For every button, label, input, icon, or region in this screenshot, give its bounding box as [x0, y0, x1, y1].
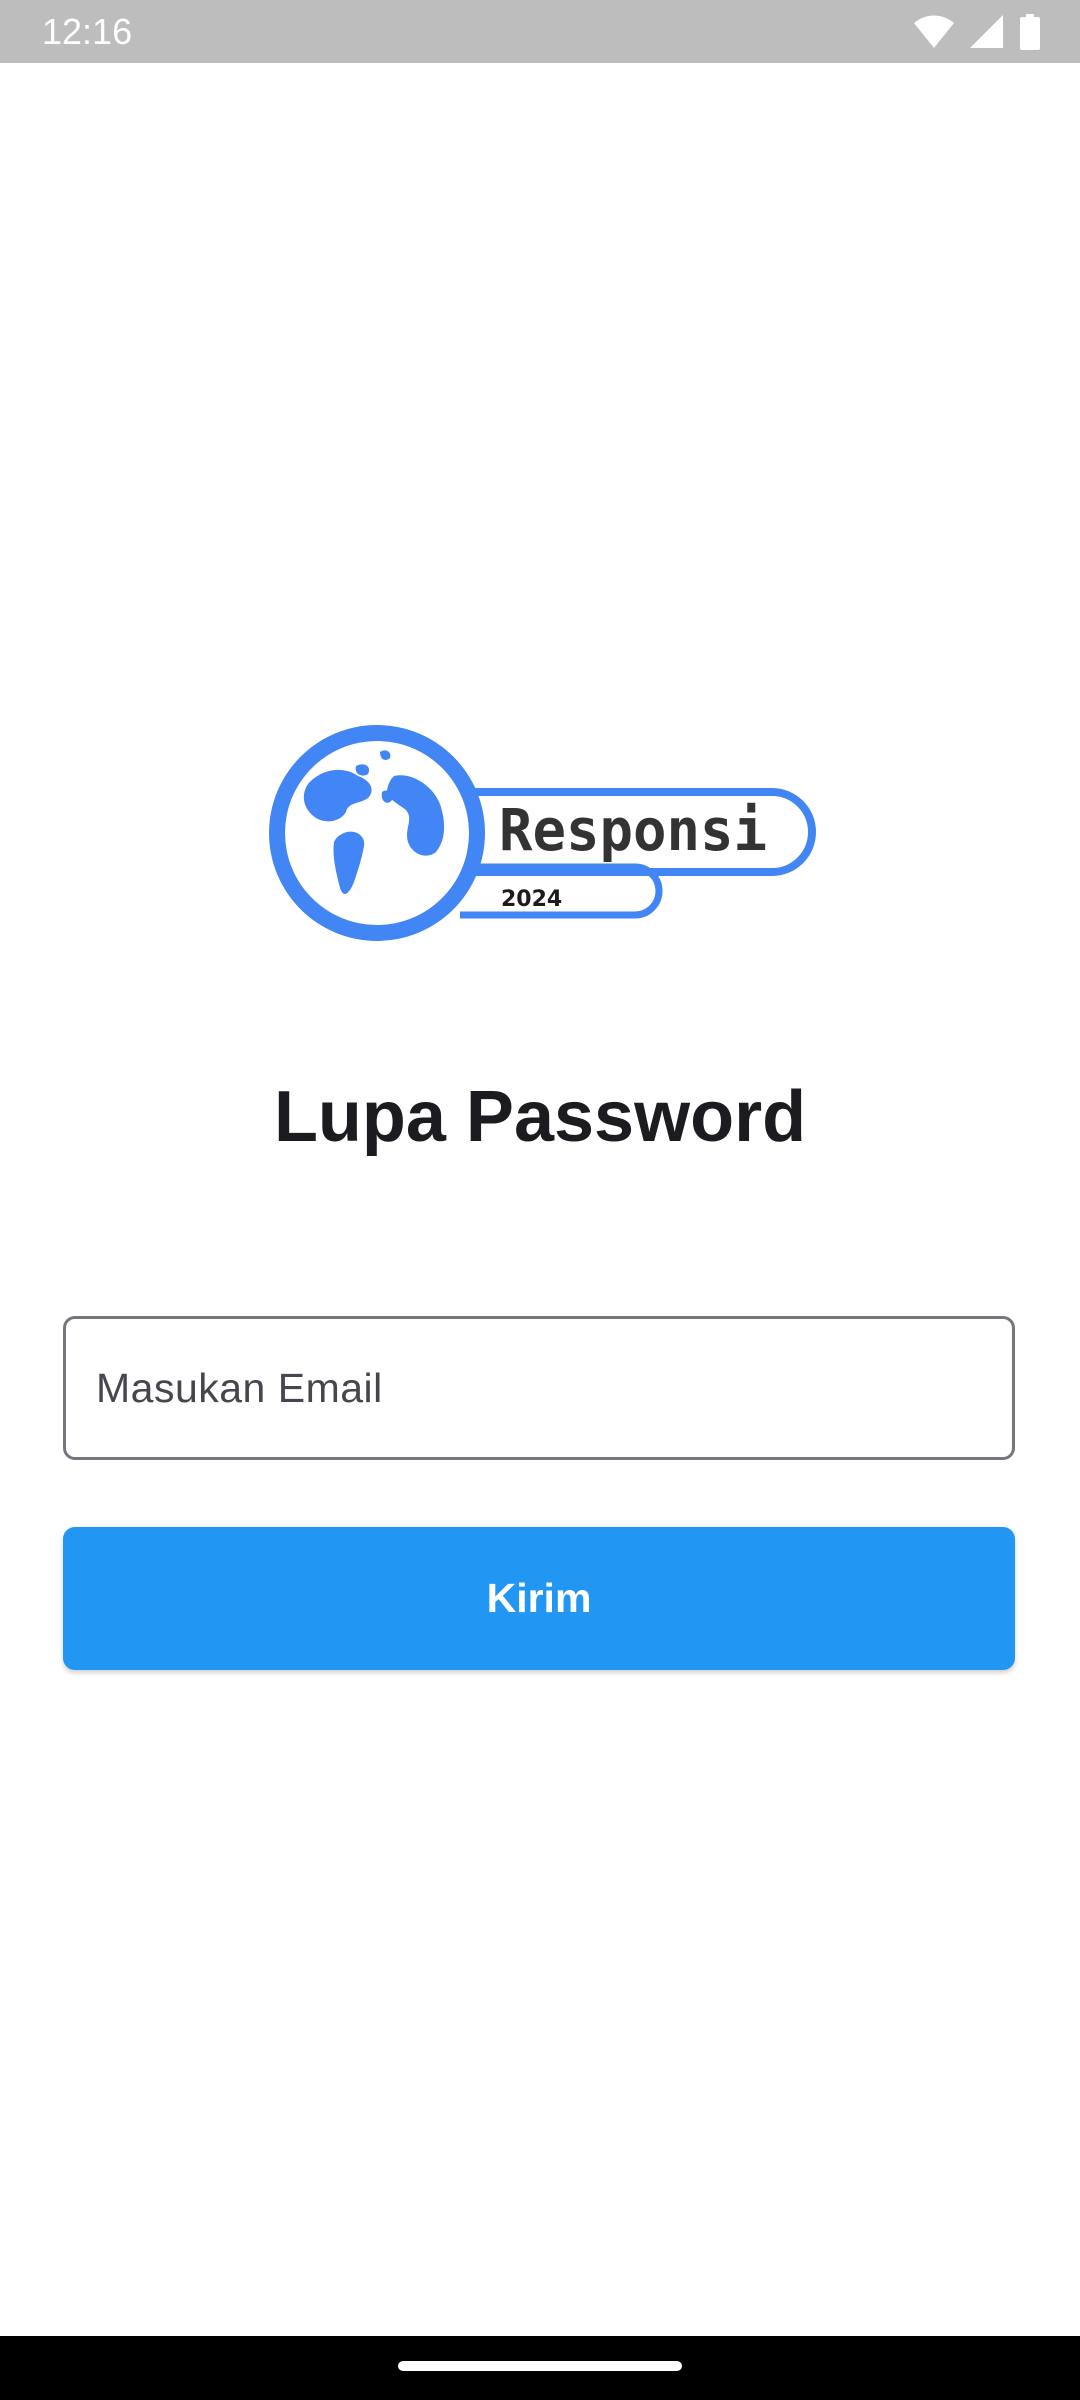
status-icons [914, 12, 1040, 52]
wifi-icon [914, 15, 954, 48]
status-bar: 12:16 [0, 0, 1080, 63]
page-title: Lupa Password [273, 1077, 807, 1157]
logo-brand-text: Responsi [499, 796, 767, 864]
home-gesture-handle[interactable] [398, 2361, 682, 2371]
battery-icon [1020, 14, 1040, 50]
app-logo: 2024 Responsi [269, 725, 816, 941]
status-time: 12:16 [42, 11, 133, 52]
submit-button[interactable]: Kirim [63, 1527, 1015, 1670]
signal-icon [970, 15, 1003, 48]
email-input[interactable] [96, 1319, 976, 1457]
email-field[interactable] [63, 1316, 1015, 1460]
logo-year-text: 2024 [501, 887, 562, 912]
globe-icon [269, 725, 485, 941]
